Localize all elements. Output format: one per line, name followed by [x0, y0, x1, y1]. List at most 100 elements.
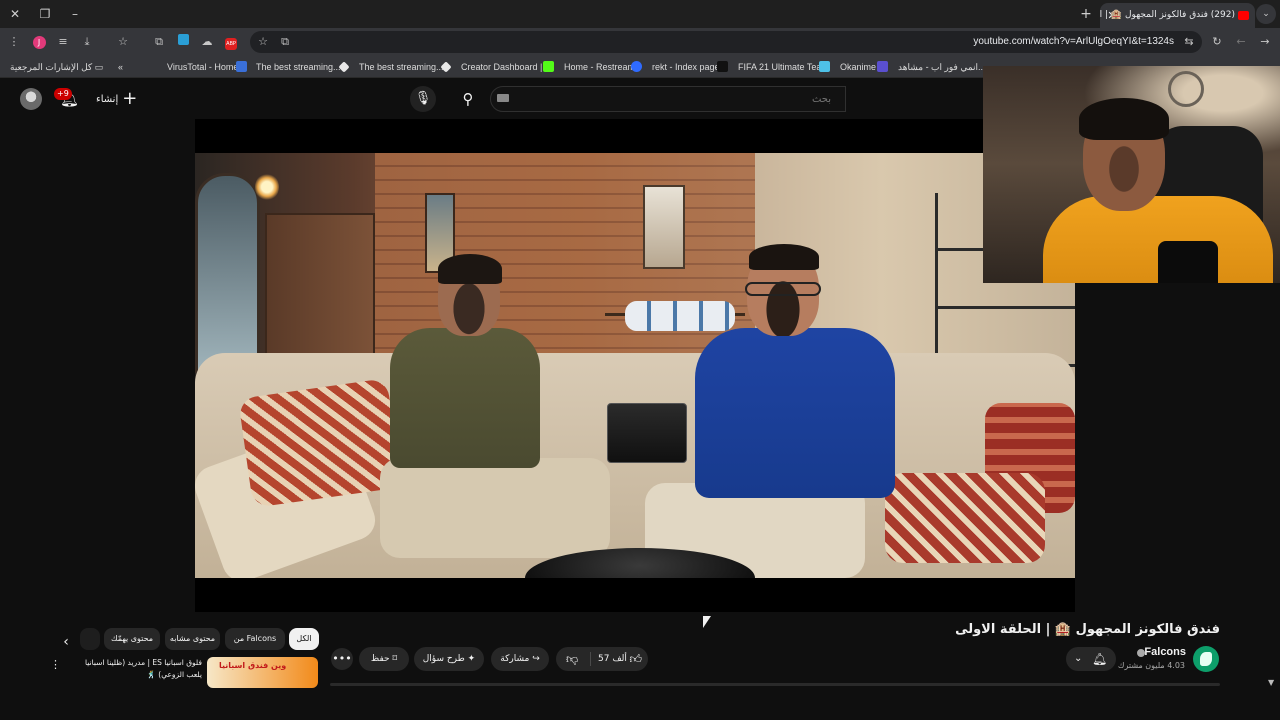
- bookmark-item-streaming-1[interactable]: The best streaming...: [256, 56, 341, 78]
- person-blue-shirt: [645, 244, 905, 578]
- chevron-down-icon: ⌄: [1074, 653, 1083, 664]
- bookmark-label: Creator Dashboard |...: [461, 62, 550, 72]
- channel-name[interactable]: Falcons: [1144, 646, 1186, 658]
- extension-cloud-icon[interactable]: ☁: [198, 33, 216, 51]
- scroll-down-arrow-icon[interactable]: ▼: [1268, 678, 1274, 687]
- more-actions-button[interactable]: •••: [331, 648, 353, 670]
- kick-icon: [543, 61, 554, 72]
- subscribed-notifications-button[interactable]: 🔔︎ ⌄: [1066, 647, 1116, 671]
- ask-question-button[interactable]: طرح سؤال ✦: [414, 647, 484, 671]
- like-dislike-group: 👎︎ 57 ألف 👍︎: [556, 647, 648, 671]
- account-avatar[interactable]: [20, 88, 42, 110]
- bookmarks-folder-label: كل الإشارات المرجعية: [10, 62, 93, 72]
- sparkle-icon: ✦: [467, 654, 476, 664]
- back-icon[interactable]: →: [1256, 33, 1274, 51]
- notification-count-badge: +9: [54, 88, 72, 100]
- new-tab-button[interactable]: +: [1078, 5, 1094, 23]
- downloads-icon[interactable]: ⤓: [78, 33, 96, 51]
- bookmarks-star-icon[interactable]: ☆: [114, 33, 132, 51]
- youtube-favicon-icon: [1238, 11, 1249, 20]
- folder-icon: ▭: [94, 62, 104, 72]
- bookmark-label: Okanime: [840, 62, 877, 72]
- bookmark-label: The best streaming...: [359, 62, 444, 72]
- voice-search-mic-icon[interactable]: 🎙︎: [410, 86, 436, 112]
- adblock-icon[interactable]: ABP: [222, 33, 240, 51]
- subscription-bell-icon: 🔔︎: [1092, 652, 1108, 666]
- bookmark-item-rekt[interactable]: rekt - Index page: [652, 56, 720, 78]
- video-player[interactable]: [195, 119, 1075, 612]
- save-button[interactable]: حفظ ⌑: [359, 647, 409, 671]
- bookmark-item-restream[interactable]: Home - Restream: [564, 56, 635, 78]
- bookmark-label: FIFA 21 Ultimate Tea...: [738, 62, 829, 72]
- ask-label: طرح سؤال: [422, 654, 465, 664]
- address-bar[interactable]: ☆ ⧉ youtube.com/watch?v=ArlUlgOeqYI&t=13…: [250, 31, 1202, 53]
- bottom-area: [0, 690, 1280, 720]
- rekt-icon: [717, 61, 728, 72]
- wall-lamp-scene: [255, 173, 279, 201]
- thumbnail-text: وين فندق اسبانيا: [219, 661, 287, 670]
- chip-all[interactable]: الكل: [289, 628, 319, 650]
- plus-icon: +: [122, 88, 138, 109]
- channel-avatar[interactable]: [1193, 646, 1219, 672]
- tab-search-icon[interactable]: ⌄: [1256, 4, 1276, 24]
- bookmark-item-okanime[interactable]: Okanime: [840, 56, 876, 78]
- like-icon[interactable]: 👍︎: [629, 647, 642, 671]
- chevron-left-icon[interactable]: ‹: [58, 632, 74, 652]
- safe-box-scene: [607, 403, 687, 463]
- bookmarks-overflow-icon[interactable]: «: [118, 56, 123, 78]
- bookmark-item-streaming-2[interactable]: The best streaming...: [359, 56, 444, 78]
- window-minimize-icon[interactable]: –: [64, 4, 86, 24]
- extension-blue-icon[interactable]: [174, 33, 192, 51]
- patterned-pillow-right: [885, 473, 1045, 563]
- bookmark-label: The best streaming...: [256, 62, 341, 72]
- microphone-scene: [1158, 241, 1218, 283]
- window-restore-icon[interactable]: ❐: [34, 4, 56, 24]
- browser-toolbar: ⋮ J ≡ ⤓ ☆ ⧉ ☁ ABP ☆ ⧉ youtube.com/watch?…: [0, 28, 1280, 56]
- bookmark-item-virustotal[interactable]: VirusTotal - Home: [167, 56, 238, 78]
- streamer-hair: [1079, 98, 1169, 140]
- share-button[interactable]: مشاركة ↪: [491, 647, 549, 671]
- forward-icon[interactable]: ←: [1232, 33, 1250, 51]
- bookmark-label: انمي فور اب - مشاهد...: [898, 62, 986, 72]
- reload-icon[interactable]: ↻: [1208, 33, 1226, 51]
- bookmarks-folder-all[interactable]: كل الإشارات المرجعية ▭: [10, 56, 103, 78]
- virustotal-icon: [236, 61, 247, 72]
- install-app-icon[interactable]: ⧉: [276, 33, 294, 51]
- profile-icon[interactable]: J: [30, 33, 48, 51]
- bookmark-star-icon[interactable]: ☆: [254, 33, 272, 51]
- bookmark-label: VirusTotal - Home: [167, 62, 239, 72]
- futbin-icon: [819, 61, 830, 72]
- chip-from-falcons[interactable]: من Falcons: [225, 628, 285, 650]
- share-label: مشاركة: [500, 654, 530, 664]
- site-settings-icon[interactable]: ⇆: [1180, 33, 1198, 51]
- okanime-icon: [877, 61, 888, 72]
- extensions-icon[interactable]: ⧉: [150, 33, 168, 51]
- search-button-icon[interactable]: ⚲: [448, 86, 488, 112]
- reading-list-icon[interactable]: ≡: [54, 33, 72, 51]
- chip-for-you[interactable]: محتوى يهمّك: [104, 628, 160, 650]
- subscriber-count: 4.03 مليون مشترك: [1117, 661, 1185, 670]
- recommended-video-title[interactable]: فلوق اسبانيا ES | مدريد (ظلينا اسبانيا ي…: [68, 657, 202, 681]
- dislike-icon[interactable]: 👎︎: [566, 647, 578, 671]
- search-input[interactable]: [490, 86, 846, 112]
- share-icon: ↪: [532, 654, 540, 664]
- chip-overflow: [80, 628, 100, 650]
- browser-tab-active[interactable]: ✕ (292) فندق فالكونز المجهول 🏨 | الحلقة …: [1100, 3, 1255, 28]
- tab-title: (292) فندق فالكونز المجهول 🏨 | الحلقة ال…: [1100, 10, 1235, 20]
- keyboard-icon[interactable]: [497, 94, 509, 102]
- create-label: إنشاء: [96, 94, 119, 105]
- restream-icon: [631, 61, 642, 72]
- chip-similar[interactable]: محتوى مشابه: [165, 628, 220, 650]
- window-close-icon[interactable]: ✕: [4, 4, 26, 24]
- recommended-video-thumbnail[interactable]: وين فندق اسبانيا: [207, 657, 318, 688]
- browser-menu-icon[interactable]: ⋮: [5, 33, 23, 51]
- url-text: youtube.com/watch?v=ArlUlgOeqYI&t=1324s: [973, 36, 1174, 47]
- recommended-menu-icon[interactable]: ⋮: [50, 658, 61, 672]
- bookmark-item-anime4up[interactable]: انمي فور اب - مشاهد...: [898, 56, 986, 78]
- bookmark-item-fifa[interactable]: FIFA 21 Ultimate Tea...: [738, 56, 829, 78]
- save-label: حفظ: [370, 654, 390, 664]
- video-title: فندق فالكونز المجهول 🏨 | الحلقة الاولى: [955, 622, 1220, 637]
- bookmark-item-creator-dashboard[interactable]: Creator Dashboard |...: [461, 56, 550, 78]
- comment-box-divider: [330, 683, 1220, 686]
- create-button[interactable]: إنشاء +: [96, 89, 137, 109]
